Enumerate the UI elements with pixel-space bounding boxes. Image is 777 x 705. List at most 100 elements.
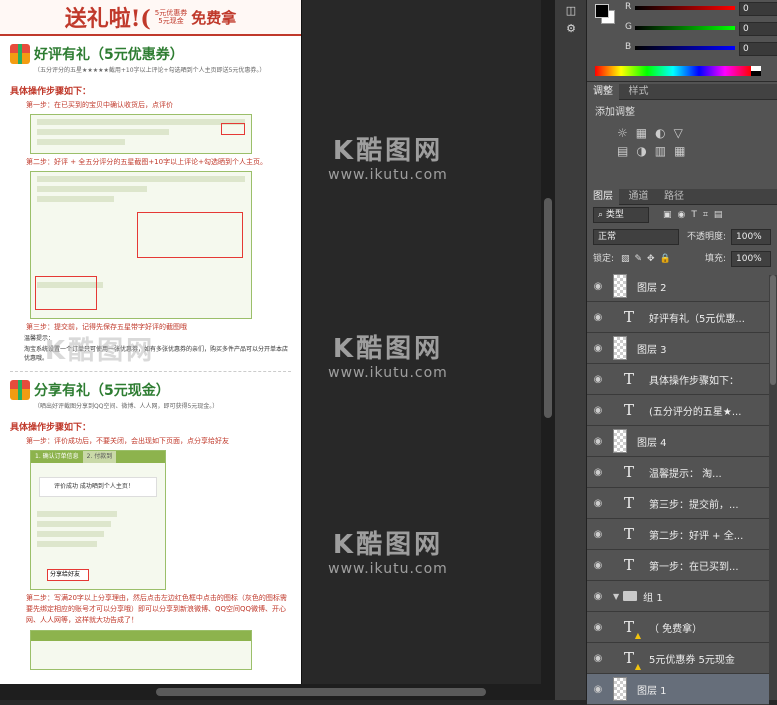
layer-row[interactable]: ◉ 图层 2 <box>587 271 769 302</box>
layer-row[interactable]: ◉ T (五分评分的五星★... <box>587 395 769 426</box>
watermark: K酷图网 www.ikutu.com <box>318 328 458 381</box>
banner-mini-top: 5元优惠券 <box>154 9 188 17</box>
layer-row[interactable]: ◉ T 第三步：提交前，... <box>587 488 769 519</box>
green-channel-value[interactable]: 0 <box>739 22 777 36</box>
layer-row[interactable]: ◉ T ▲ （ 免费拿） <box>587 612 769 643</box>
actions-icon[interactable]: ⚙ <box>563 22 579 36</box>
canvas-vertical-scrollbar[interactable] <box>541 0 555 684</box>
visibility-eye-icon[interactable]: ◉ <box>587 560 609 571</box>
layers-scrollbar[interactable] <box>769 275 777 700</box>
black-white-ramp[interactable] <box>751 66 761 76</box>
layer-filter-select[interactable]: ⌕ 类型 <box>593 207 649 223</box>
layer-row[interactable]: ◉ T 温馨提示： 淘... <box>587 457 769 488</box>
tab-layers[interactable]: 图层 <box>587 189 619 205</box>
layer-filter-value: 类型 <box>605 210 624 220</box>
screenshot-share-dialog: 1. 确认订单信息 2. 付款到 评价成功 成功晒到个人主页！ 分享给好友 <box>30 450 166 590</box>
tab-styles[interactable]: 样式 <box>623 84 655 100</box>
red-channel[interactable]: R 0 <box>625 2 777 16</box>
visibility-eye-icon[interactable]: ◉ <box>587 653 609 664</box>
tab-channels[interactable]: 通道 <box>623 189 655 205</box>
layer-name: (五分评分的五星★... <box>649 406 742 418</box>
tab-paths[interactable]: 路径 <box>658 189 690 205</box>
blend-mode-select[interactable]: 正常 <box>593 229 679 245</box>
layer-thumbnail <box>613 274 627 298</box>
layer-name: （ 免费拿） <box>649 623 703 635</box>
group-expand-icon[interactable]: ▼ <box>613 592 619 601</box>
layer-row[interactable]: ◉ ▼ 组 1 <box>587 581 769 612</box>
layer-name: 具体操作步骤如下： <box>649 375 739 387</box>
layer-name: 图层 3 <box>637 344 667 356</box>
color-spectrum[interactable] <box>595 66 751 76</box>
adjustment-icons-row1[interactable]: ☼▦◐▽ <box>587 118 777 140</box>
canvas-horizontal-scrollbar[interactable] <box>0 684 555 700</box>
visibility-eye-icon[interactable]: ◉ <box>587 374 609 385</box>
tab-adjustments[interactable]: 调整 <box>587 84 619 100</box>
opacity-label: 不透明度: <box>687 232 727 242</box>
layer-name: 图层 2 <box>637 282 667 294</box>
document-canvas[interactable]: 送礼啦!( 5元优惠券 5元现金 免费拿 好评有礼（5元优惠券） （五分评分的五… <box>0 0 302 684</box>
blue-channel[interactable]: B 0 <box>625 42 777 56</box>
visibility-eye-icon[interactable]: ◉ <box>587 436 609 447</box>
search-icon: ⌕ <box>598 210 606 220</box>
watermark: K酷图网 www.ikutu.com <box>318 130 458 183</box>
text-layer-icon: T ▲ <box>623 618 641 640</box>
folder-icon <box>623 591 638 601</box>
layer-row[interactable]: ◉ T 好评有礼（5元优惠... <box>587 302 769 333</box>
watermark-url: www.ikutu.com <box>328 561 448 577</box>
opacity-input[interactable]: 100% <box>731 229 771 245</box>
text-layer-icon: T <box>623 401 634 419</box>
layer-row[interactable]: ◉ T ▲ 5元优惠券 5元现金 <box>587 643 769 674</box>
blue-channel-value[interactable]: 0 <box>739 42 777 56</box>
layer-row[interactable]: ◉ 图层 4 <box>587 426 769 457</box>
layer-thumbnail <box>613 677 627 701</box>
foreground-color-swatch[interactable] <box>595 4 609 18</box>
collapsed-panel-dock: ◫ ⚙ <box>555 0 587 700</box>
visibility-eye-icon[interactable]: ◉ <box>587 591 609 602</box>
layer-row[interactable]: ◉ T 具体操作步骤如下： <box>587 364 769 395</box>
layer-name: 好评有礼（5元优惠... <box>649 313 745 325</box>
layer-filter-icons[interactable]: ▣◉T⌗▤ <box>663 207 728 223</box>
layer-name: 图层 1 <box>637 685 667 697</box>
section1-step1: 第一步：在已买到的宝贝中确认收货后，点评价 <box>26 101 173 109</box>
visibility-eye-icon[interactable]: ◉ <box>587 467 609 478</box>
adjustment-icons-row2[interactable]: ▤◑▥▦ <box>587 140 777 158</box>
layer-thumbnail <box>613 429 627 453</box>
canvas-area[interactable]: 送礼啦!( 5元优惠券 5元现金 免费拿 好评有礼（5元优惠券） （五分评分的五… <box>0 0 555 700</box>
section2-steps-title: 具体操作步骤如下： <box>10 423 92 433</box>
section2-step1: 第一步：评价成功后，不要关闭，会出现如下页面，点分享给好友 <box>26 437 229 445</box>
text-layer-icon: T <box>623 494 634 512</box>
visibility-eye-icon[interactable]: ◉ <box>587 312 609 323</box>
warning-icon: ▲ <box>634 631 641 640</box>
visibility-eye-icon[interactable]: ◉ <box>587 498 609 509</box>
visibility-eye-icon[interactable]: ◉ <box>587 684 609 695</box>
section1-title: 好评有礼（5元优惠券） <box>34 47 184 63</box>
lock-icons[interactable]: ▧✎✥🔒 <box>621 251 676 267</box>
section1-tip-body: 淘宝系统设置一个订单只可使用一张优惠券，如有多张优惠券的亲们，购买多件产品可以分… <box>24 346 289 362</box>
history-icon[interactable]: ◫ <box>563 4 579 18</box>
red-channel-value[interactable]: 0 <box>739 2 777 16</box>
layer-name: 第一步：在已买到... <box>649 561 739 573</box>
banner-mini-text: 5元优惠券 5元现金 <box>155 9 187 25</box>
layer-row[interactable]: ◉ 图层 3 <box>587 333 769 364</box>
screenshot-review-form <box>30 171 252 319</box>
watermark-logo: K酷图网 <box>332 334 444 364</box>
visibility-eye-icon[interactable]: ◉ <box>587 281 609 292</box>
visibility-eye-icon[interactable]: ◉ <box>587 529 609 540</box>
layer-row[interactable]: ◉ T 第一步：在已买到... <box>587 550 769 581</box>
layer-row[interactable]: ◉ T 第二步：好评 + 全... <box>587 519 769 550</box>
section1-head: 好评有礼（5元优惠券） <box>0 36 301 64</box>
screenshot-share-options <box>30 630 252 670</box>
green-channel[interactable]: G 0 <box>625 22 777 36</box>
section1-step2: 第二步：好评 + 全五分评分的五星截图+10字以上评论+勾选晒到个人主页。 <box>26 158 267 166</box>
section1-step3: 第三步：提交前，记得先保存五星带字好评的截图哦 <box>26 323 187 331</box>
highlight-box <box>137 212 243 258</box>
fill-input[interactable]: 100% <box>731 251 771 267</box>
add-adjustment-title: 添加调整 <box>595 107 635 118</box>
red-channel-label: R <box>625 2 632 12</box>
layer-row[interactable]: ◉ 图层 1 <box>587 674 769 705</box>
doc-banner: 送礼啦!( 5元优惠券 5元现金 免费拿 <box>0 0 301 36</box>
visibility-eye-icon[interactable]: ◉ <box>587 405 609 416</box>
visibility-eye-icon[interactable]: ◉ <box>587 622 609 633</box>
text-layer-icon: T <box>623 525 634 543</box>
visibility-eye-icon[interactable]: ◉ <box>587 343 609 354</box>
